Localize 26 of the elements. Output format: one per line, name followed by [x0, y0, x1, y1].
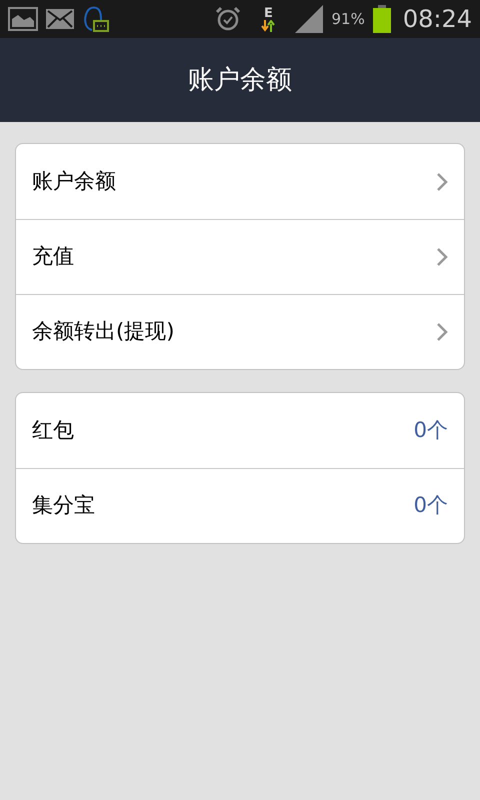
clock: 08:24: [402, 4, 472, 35]
list-item[interactable]: 集分宝 0个: [16, 468, 464, 543]
data-transfer-icon: [261, 20, 276, 32]
item-count: 0个: [414, 492, 448, 520]
item-label: 账户余额: [32, 168, 116, 195]
item-label: 余额转出(提现): [32, 318, 174, 346]
list-item[interactable]: 账户余额: [16, 144, 464, 219]
battery-percent: 91%: [331, 8, 365, 30]
signal-icon: [295, 5, 324, 33]
chat-icon: [82, 4, 110, 34]
network-type: E: [264, 6, 273, 20]
list-item[interactable]: 余额转出(提现): [16, 294, 464, 369]
chevron-icon: [436, 247, 448, 267]
page-title: 账户余额: [188, 64, 292, 96]
image-icon: [8, 7, 38, 31]
item-label: 集分宝: [32, 492, 95, 520]
chevron-icon: [436, 172, 448, 192]
chevron-icon: [436, 322, 448, 342]
mail-icon: [46, 9, 74, 29]
alarm-clock-icon: [215, 6, 242, 32]
item-label: 红包: [32, 416, 74, 444]
item-label: 充值: [32, 243, 74, 270]
battery-icon: [372, 5, 391, 33]
item-count: 0个: [414, 416, 448, 444]
list-item[interactable]: 红包 0个: [16, 393, 464, 468]
list-item[interactable]: 充值: [16, 219, 464, 294]
